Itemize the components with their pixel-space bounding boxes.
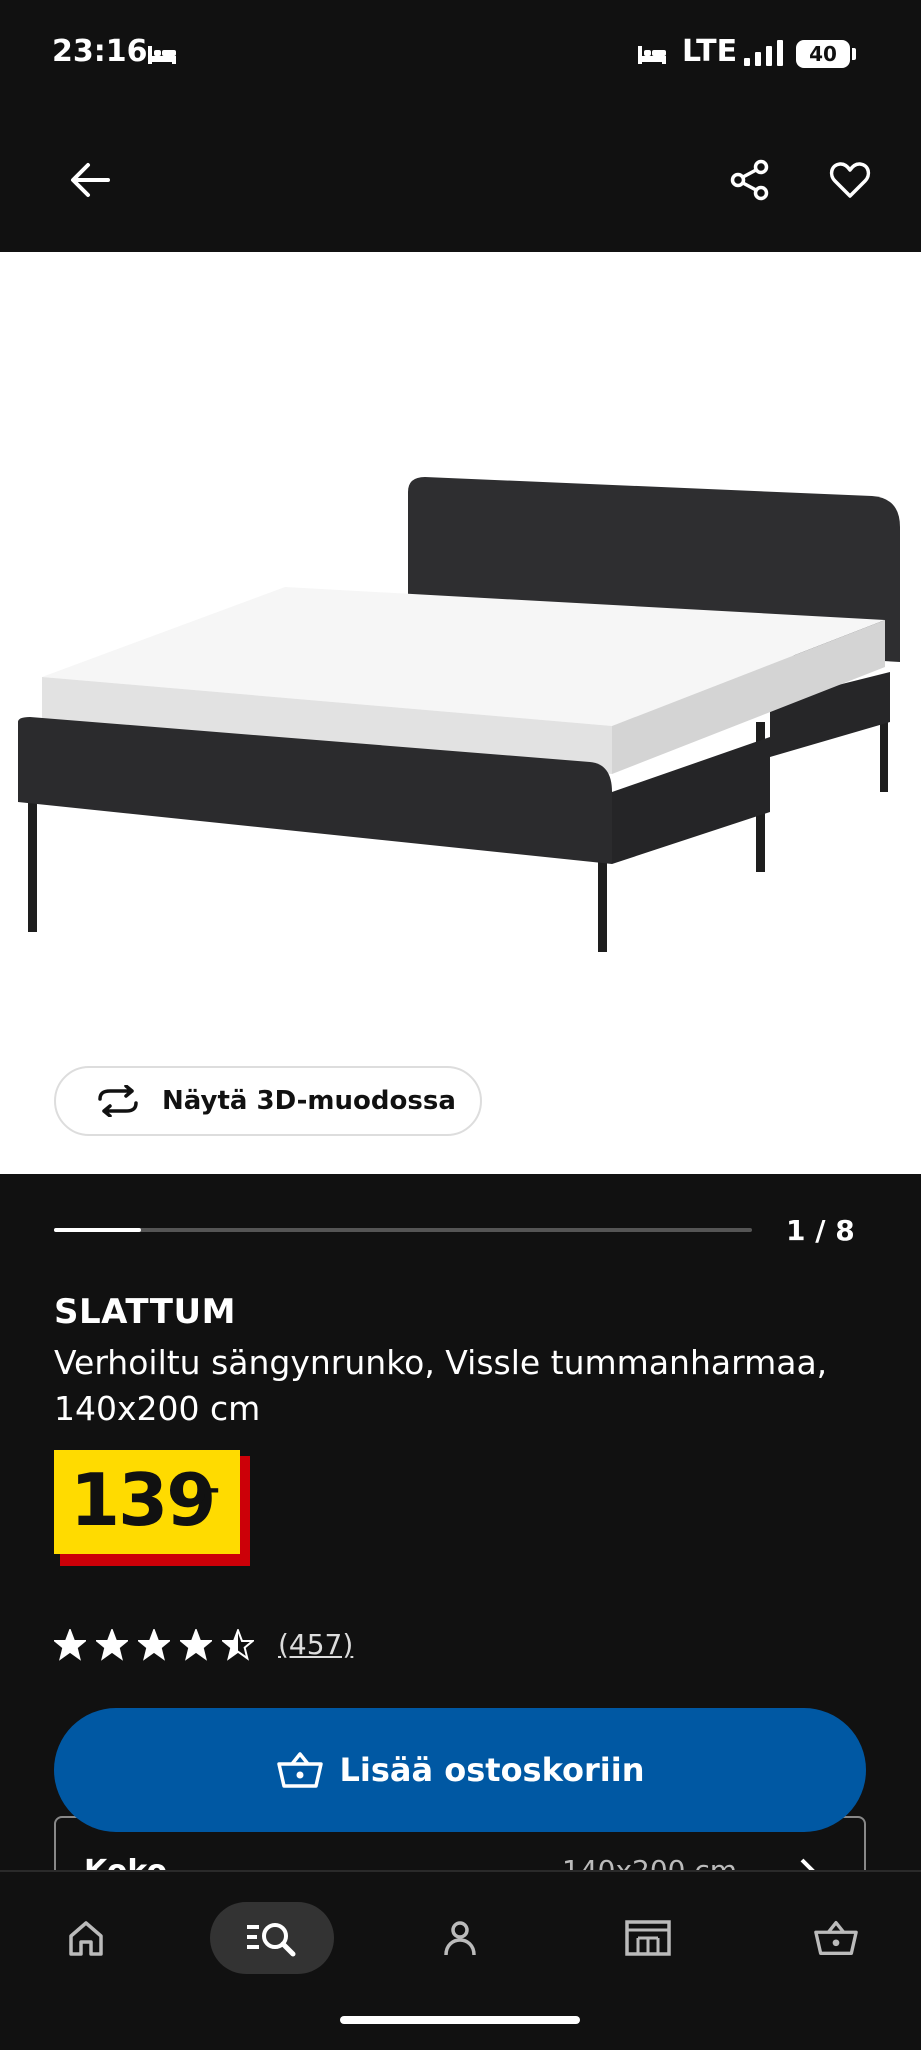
user-icon (444, 1921, 476, 1956)
bed-notification-icon (146, 42, 178, 70)
star-icon (96, 1628, 128, 1661)
product-image-bed (18, 477, 900, 1002)
product-name: SLATTUM (54, 1292, 236, 1332)
basket-icon (814, 1920, 858, 1956)
status-time: 23:16 (52, 34, 148, 69)
basket-icon (276, 1752, 323, 1788)
share-button[interactable] (718, 148, 782, 212)
status-bar: 23:16 LTE 40 (0, 0, 921, 110)
nav-cart[interactable] (774, 1902, 898, 1974)
add-to-cart-button[interactable]: Lisää ostoskoriin (54, 1708, 866, 1832)
heart-icon (829, 162, 871, 198)
view-3d-button[interactable]: Näytä 3D-muodossa (54, 1066, 482, 1136)
star-icon (138, 1628, 170, 1661)
rating-stars (54, 1628, 264, 1661)
price-tag: 139 ,- (54, 1450, 240, 1554)
star-icon (222, 1628, 254, 1661)
gallery-progress-track (54, 1228, 752, 1232)
add-to-cart-label: Lisää ostoskoriin (339, 1751, 645, 1789)
rating-count[interactable]: (457) (278, 1628, 353, 1661)
view-3d-label: Näytä 3D-muodossa (162, 1086, 456, 1116)
store-icon (625, 1920, 671, 1956)
rotate-3d-icon (98, 1085, 138, 1117)
favourite-button[interactable] (818, 148, 882, 212)
price-value: 139 (70, 1458, 216, 1542)
gallery-counter: 1 / 8 (786, 1214, 855, 1247)
home-icon (69, 1921, 103, 1956)
search-list-icon (247, 1923, 296, 1957)
battery-level: 40 (796, 40, 850, 68)
back-button[interactable] (58, 148, 122, 212)
arrow-left-icon (71, 163, 110, 197)
network-type: LTE (682, 34, 738, 69)
star-icon (180, 1628, 212, 1661)
product-image-gallery[interactable]: Näytä 3D-muodossa (0, 252, 921, 1174)
nav-search[interactable] (210, 1902, 334, 1974)
price-suffix: ,- (196, 1472, 220, 1507)
nav-stores[interactable] (586, 1902, 710, 1974)
gallery-progress-fill (54, 1228, 142, 1232)
share-icon (730, 159, 769, 201)
star-icon (54, 1628, 86, 1661)
nav-profile[interactable] (398, 1902, 522, 1974)
product-description: Verhoiltu sängynrunko, Vissle tummanharm… (54, 1343, 828, 1428)
nav-home[interactable] (24, 1902, 148, 1974)
top-app-bar (0, 110, 921, 252)
bed-mode-icon (636, 42, 668, 70)
signal-strength-icon (742, 38, 786, 72)
rating[interactable]: (457) (54, 1628, 353, 1661)
battery-tip (852, 48, 856, 60)
home-indicator[interactable] (340, 2016, 580, 2024)
